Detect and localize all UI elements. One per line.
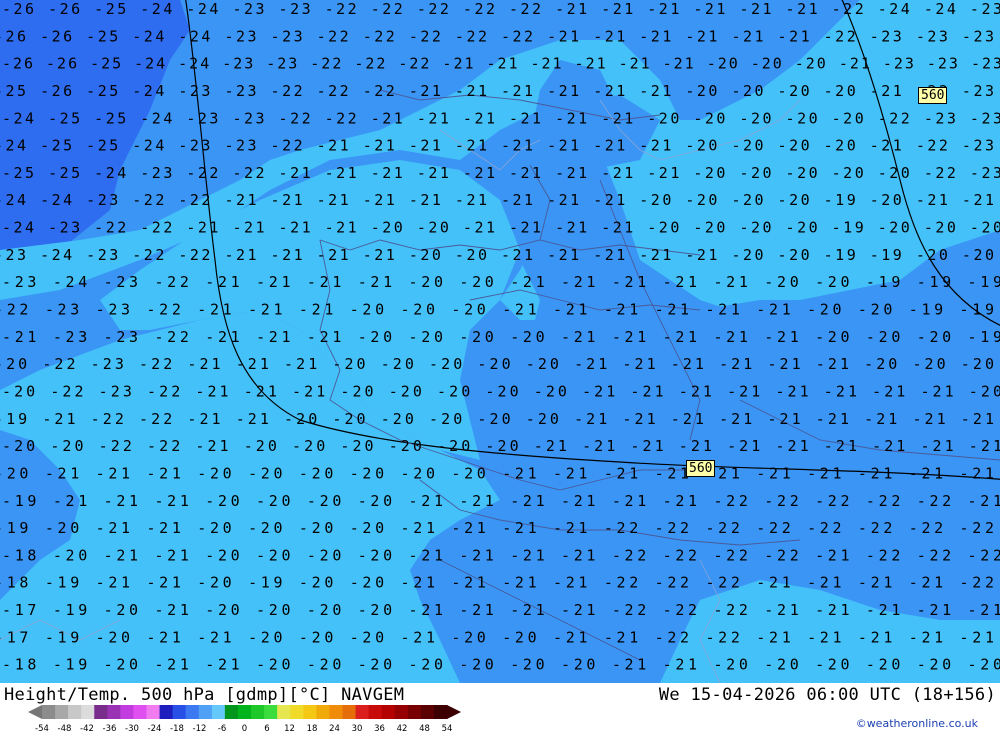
legend-color-swatch xyxy=(433,705,448,719)
legend-tick-label: 48 xyxy=(419,724,430,733)
color-scale-legend: -54 -48 -42 -36 -30 -24 -18 -12 -6 0 6 12 18 24 30 36 42… xyxy=(28,705,461,733)
legend-color-swatch xyxy=(94,705,108,719)
temperature-label-row: -24 -23 -22 -22 -21 -21 -21 -21 -20 -20 … xyxy=(2,219,1000,237)
legend-tick-label: -42 xyxy=(80,724,94,733)
legend-tick-label: 0 xyxy=(242,724,247,733)
legend-tick-label: 42 xyxy=(397,724,408,733)
legend-color-swatch xyxy=(420,705,435,719)
contour-label-560-east: 560 xyxy=(918,87,948,104)
legend-tick-label: 6 xyxy=(264,724,269,733)
legend-tick-label: -54 xyxy=(35,724,49,733)
legend-color-swatch xyxy=(68,705,82,719)
legend-tick-label: 54 xyxy=(442,724,453,733)
legend-tick-label: -24 xyxy=(148,724,162,733)
legend-tick-label: -6 xyxy=(218,724,226,733)
temperature-label-row: -26 -26 -25 -24 -24 -23 -23 -22 -22 -22 … xyxy=(2,55,1000,73)
legend-color-swatch xyxy=(120,705,134,719)
legend-tick-label: -18 xyxy=(170,724,184,733)
credit-link[interactable]: ©weatheronline.co.uk xyxy=(856,717,978,730)
legend-tick-label: -12 xyxy=(193,724,207,733)
legend-tick-label: 12 xyxy=(284,724,295,733)
legend-color-swatch xyxy=(133,705,148,719)
legend-color-swatch xyxy=(342,705,357,719)
legend-color-swatch xyxy=(407,705,422,719)
legend-tick-label: -48 xyxy=(58,724,72,733)
valid-time: We 15-04-2026 06:00 UTC (18+156) xyxy=(658,685,996,705)
legend-tick-label: -30 xyxy=(125,724,139,733)
legend-color-swatch xyxy=(290,705,304,719)
legend-color-swatch xyxy=(185,705,200,719)
legend-tick-label: 24 xyxy=(329,724,340,733)
contour-label-560-south: 560 xyxy=(686,460,716,477)
legend-color-swatch xyxy=(159,705,174,719)
temperature-label-row: -20 -21 -21 -21 -20 -20 -20 -20 -20 -20 … xyxy=(0,464,994,482)
legend-color-swatch xyxy=(42,705,56,719)
legend-color-swatch xyxy=(146,705,161,719)
legend-color-swatch xyxy=(368,705,383,719)
legend-color-swatch xyxy=(381,705,396,719)
legend-color-swatch xyxy=(355,705,370,719)
temperature-label-row: -20 -20 -22 -22 -21 -20 -20 -20 -20 -20 … xyxy=(2,437,1000,455)
legend-color-swatch xyxy=(277,705,291,719)
map-canvas: -26 -26 -25 -24 -24 -23 -23 -22 -22 -22 … xyxy=(0,0,1000,683)
parameter-title: Height/Temp. 500 hPa [gdmp][°C] NAVGEM xyxy=(4,685,405,705)
legend-color-swatch xyxy=(303,705,317,719)
legend-color-swatch xyxy=(224,705,239,719)
map-footer: Height/Temp. 500 hPa [gdmp][°C] NAVGEM W… xyxy=(0,683,1000,733)
temperature-label-row: -25 -25 -24 -23 -22 -22 -21 -21 -21 -21 … xyxy=(2,164,1000,182)
temperature-label-row: -18 -19 -21 -21 -20 -19 -20 -20 -21 -21 … xyxy=(0,574,994,592)
legend-color-swatch xyxy=(316,705,330,719)
temperature-label-row: -17 -19 -20 -21 -21 -20 -20 -20 -21 -20 … xyxy=(0,628,994,646)
temperature-label-row: -20 -22 -23 -22 -21 -21 -21 -20 -20 -20 … xyxy=(2,382,1000,400)
temperature-label-row: -19 -20 -21 -21 -20 -20 -20 -20 -21 -21 … xyxy=(0,519,994,537)
legend-color-swatch xyxy=(55,705,69,719)
legend-color-swatch xyxy=(251,705,265,719)
legend-color-swatch xyxy=(81,705,95,719)
legend-low-arrow xyxy=(28,705,42,719)
legend-color-swatch xyxy=(172,705,187,719)
legend-tick-label: 36 xyxy=(374,724,385,733)
legend-tick-label: 18 xyxy=(307,724,318,733)
legend-color-swatch xyxy=(329,705,343,719)
legend-color-swatch xyxy=(107,705,121,719)
legend-color-swatch xyxy=(211,705,226,719)
temperature-map: -26 -26 -25 -24 -24 -23 -23 -22 -22 -22 … xyxy=(0,0,1000,683)
legend-high-arrow xyxy=(447,705,461,719)
legend-color-swatch xyxy=(237,705,252,719)
legend-tick-label: 30 xyxy=(352,724,363,733)
temperature-label-row: -22 -23 -23 -22 -21 -21 -21 -20 -20 -20 … xyxy=(0,301,994,319)
legend-color-swatch xyxy=(198,705,213,719)
temperature-label-row: -26 -26 -25 -24 -24 -23 -23 -22 -22 -22 … xyxy=(2,0,1000,18)
legend-color-swatch xyxy=(394,705,409,719)
legend-tick-label: -36 xyxy=(103,724,117,733)
temperature-label-row: -24 -25 -25 -24 -23 -23 -22 -22 -21 -21 … xyxy=(2,109,1000,127)
legend-color-swatch xyxy=(264,705,278,719)
